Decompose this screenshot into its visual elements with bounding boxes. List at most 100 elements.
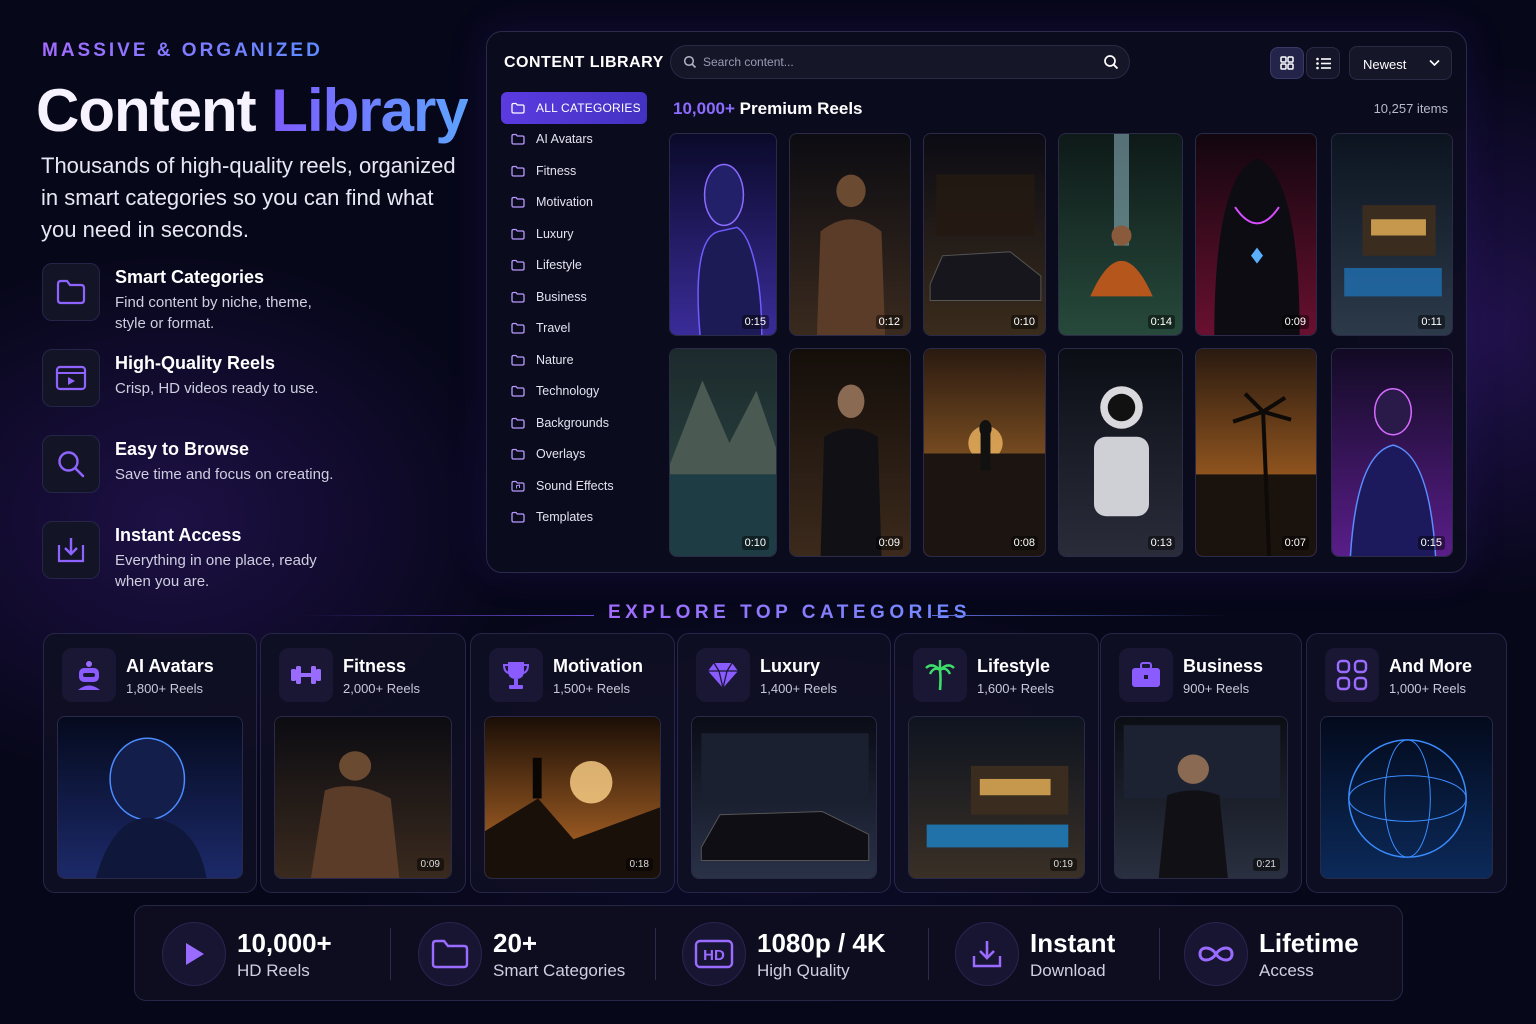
category-count: 1,800+ Reels xyxy=(126,681,203,696)
category-count: 1,400+ Reels xyxy=(760,681,837,696)
reel-tile[interactable]: 0:13 xyxy=(1058,348,1183,557)
thumbnail-image xyxy=(790,134,910,335)
category-preview[interactable]: 0:09 xyxy=(274,716,452,879)
folder-icon xyxy=(418,922,482,986)
reel-tile[interactable]: 0:15 xyxy=(1331,348,1453,557)
duration-badge: 0:14 xyxy=(1147,315,1175,329)
feature-title: High-Quality Reels xyxy=(115,353,276,373)
reel-tile[interactable]: 0:14 xyxy=(1058,133,1183,336)
sidebar-item-motivation[interactable]: Motivation xyxy=(501,187,647,219)
search-input[interactable] xyxy=(703,46,1083,78)
sidebar-item-label: Nature xyxy=(536,352,574,367)
robot-icon xyxy=(62,648,116,702)
category-name: AI Avatars xyxy=(126,656,214,676)
sidebar-item-label: Luxury xyxy=(536,226,574,241)
duration-badge: 0:09 xyxy=(416,858,444,871)
thumbnail-image xyxy=(924,349,1045,556)
folder-icon xyxy=(511,386,525,397)
sidebar-item-nature[interactable]: Nature xyxy=(501,344,647,376)
feature-desc: Save time and focus on creating. xyxy=(115,466,334,483)
search-submit-icon[interactable] xyxy=(1103,54,1119,70)
sidebar-item-business[interactable]: Business xyxy=(501,281,647,313)
thumbnail-image xyxy=(670,134,776,335)
category-card-luxury[interactable]: Luxury 1,400+ Reels xyxy=(677,633,891,893)
sidebar-item-backgrounds[interactable]: Backgrounds xyxy=(501,407,647,439)
category-name: And More xyxy=(1389,656,1472,676)
feature-desc: Find content by niche, theme, style or f… xyxy=(115,294,312,332)
sidebar-item-lifestyle[interactable]: Lifestyle xyxy=(501,250,647,282)
sidebar-item-overlays[interactable]: Overlays xyxy=(501,439,647,471)
sidebar-item-travel[interactable]: Travel xyxy=(501,313,647,345)
category-card-fitness[interactable]: Fitness 2,000+ Reels 0:09 xyxy=(260,633,466,893)
category-count: 1,500+ Reels xyxy=(553,681,630,696)
hero-description: Thousands of high-quality reels, organiz… xyxy=(41,153,456,242)
sidebar-item-luxury[interactable]: Luxury xyxy=(501,218,647,250)
palm-icon xyxy=(913,648,967,702)
sort-value: Newest xyxy=(1363,57,1407,72)
sidebar-item-technology[interactable]: Technology xyxy=(501,376,647,408)
diamond-icon xyxy=(696,648,750,702)
folder-icon xyxy=(511,134,525,145)
feature-desc: Crisp, HD videos ready to use. xyxy=(115,380,319,397)
sidebar-item-templates[interactable]: Templates xyxy=(501,502,647,534)
sidebar-item-fitness[interactable]: Fitness xyxy=(501,155,647,187)
feature-title: Instant Access xyxy=(115,525,242,545)
list-view-button[interactable] xyxy=(1306,47,1340,79)
reel-tile[interactable]: 0:08 xyxy=(923,348,1046,557)
category-card-lifestyle[interactable]: Lifestyle 1,600+ Reels 0:19 xyxy=(894,633,1099,893)
download-icon xyxy=(42,521,100,579)
category-card-motivation[interactable]: Motivation 1,500+ Reels 0:18 xyxy=(470,633,675,893)
category-preview[interactable]: 0:19 xyxy=(908,716,1085,879)
folder-icon xyxy=(511,102,525,114)
reel-tile[interactable]: 0:10 xyxy=(669,348,777,557)
reel-tile[interactable]: 0:09 xyxy=(789,348,911,557)
search-icon xyxy=(683,55,697,69)
reel-tile[interactable]: 0:15 xyxy=(669,133,777,336)
explore-divider-right xyxy=(932,615,1232,616)
explore-title: EXPLORE TOP CATEGORIES xyxy=(608,602,971,623)
category-preview[interactable] xyxy=(691,716,877,879)
search-icon xyxy=(42,435,100,493)
category-card-and-more[interactable]: And More 1,000+ Reels xyxy=(1306,633,1507,893)
reel-tile[interactable]: 0:12 xyxy=(789,133,911,336)
category-name: Business xyxy=(1183,656,1264,676)
sidebar-item-sound-effects[interactable]: Sound Effects xyxy=(501,470,647,502)
category-preview[interactable]: 0:18 xyxy=(484,716,661,879)
duration-badge: 0:15 xyxy=(741,315,769,329)
search-bar[interactable] xyxy=(670,45,1130,79)
stat-value: Lifetime xyxy=(1259,928,1359,958)
stat-divider xyxy=(928,928,929,980)
sort-dropdown[interactable]: Newest xyxy=(1349,46,1452,80)
svg-text:HD: HD xyxy=(703,947,725,964)
sound-folder-icon xyxy=(511,480,525,492)
content-library-panel: CONTENT LIBRARY Newest ALL CATEGORIES AI … xyxy=(486,31,1467,573)
folder-icon xyxy=(511,449,525,460)
sidebar-item-ai-avatars[interactable]: AI Avatars xyxy=(501,124,647,156)
chevron-down-icon xyxy=(1429,59,1440,67)
folder-icon xyxy=(511,323,525,334)
thumbnail-image xyxy=(909,717,1084,878)
stat-divider xyxy=(1159,928,1160,980)
category-name: Luxury xyxy=(760,656,821,676)
reel-tile[interactable]: 0:10 xyxy=(923,133,1046,336)
sidebar-item-label: AI Avatars xyxy=(536,132,593,147)
category-preview[interactable]: 0:21 xyxy=(1114,716,1288,879)
grid-view-button[interactable] xyxy=(1270,47,1304,79)
reel-tile[interactable]: 0:07 xyxy=(1195,348,1317,557)
reel-tile[interactable]: 0:09 xyxy=(1195,133,1317,336)
sidebar-item-all-categories[interactable]: ALL CATEGORIES xyxy=(501,92,647,124)
duration-badge: 0:15 xyxy=(1417,536,1445,550)
folder-icon xyxy=(511,197,525,208)
thumbnail-image xyxy=(275,717,451,878)
stat-divider xyxy=(655,928,656,980)
category-card-business[interactable]: Business 900+ Reels 0:21 xyxy=(1100,633,1302,893)
feature-high-quality-reels: High-Quality Reels Crisp, HD videos read… xyxy=(42,349,462,419)
feature-desc: Everything in one place, ready when you … xyxy=(115,552,317,590)
category-preview[interactable] xyxy=(1320,716,1493,879)
duration-badge: 0:21 xyxy=(1252,858,1280,871)
category-card-ai-avatars[interactable]: AI Avatars 1,800+ Reels xyxy=(43,633,257,893)
reel-tile[interactable]: 0:11 xyxy=(1331,133,1453,336)
category-preview[interactable] xyxy=(57,716,243,879)
folder-icon xyxy=(511,417,525,429)
duration-badge: 0:10 xyxy=(741,536,769,550)
